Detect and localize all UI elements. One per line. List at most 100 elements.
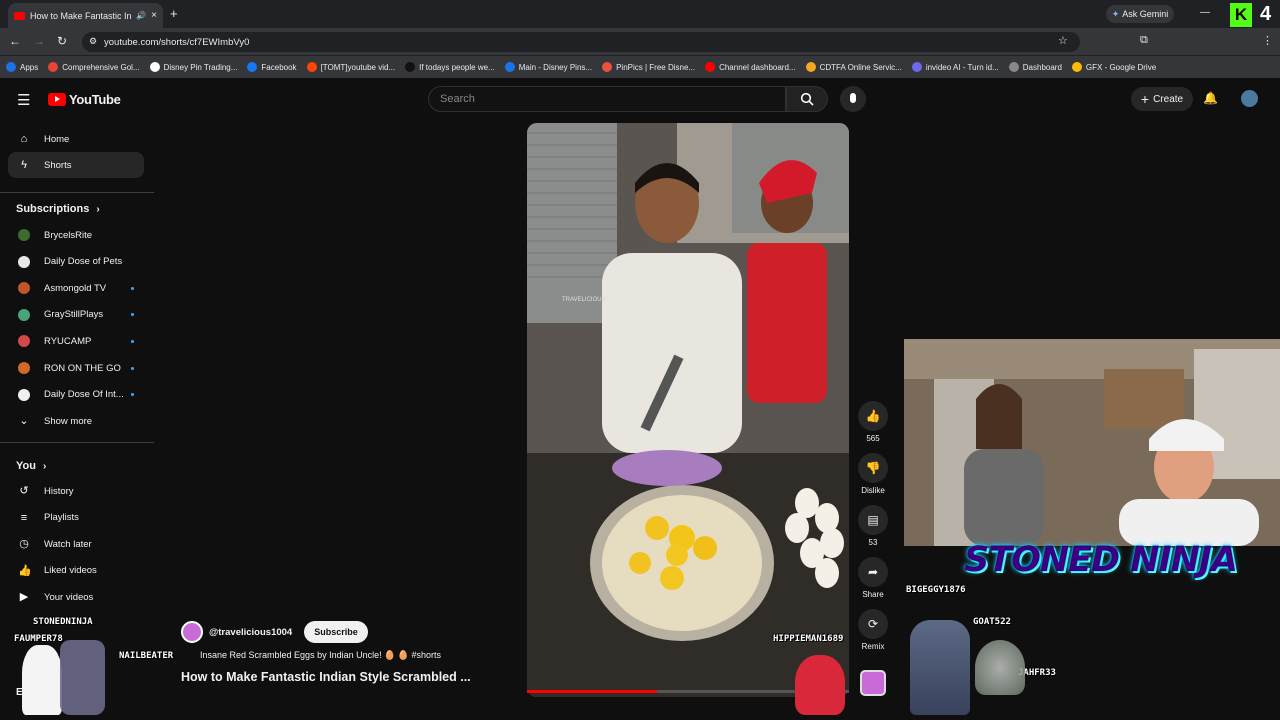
new-content-dot xyxy=(131,339,134,343)
sidebar-subscription[interactable]: Daily Dose Of Int... xyxy=(8,382,144,408)
bookmark-item[interactable]: GFX - Google Drive xyxy=(1071,62,1156,72)
account-avatar[interactable] xyxy=(1241,90,1258,107)
bookmark-item[interactable]: Comprehensive Gol... xyxy=(48,62,140,72)
sidebar-subscription[interactable]: Asmongold TV xyxy=(8,275,144,301)
chat-name: NAILBEATER xyxy=(119,651,174,661)
your-videos-icon: ▶ xyxy=(19,591,29,604)
remix-action[interactable]: ⟳ Remix xyxy=(858,609,888,651)
like-action[interactable]: 👍 565 xyxy=(858,401,888,443)
sidebar-item-history[interactable]: ↺ History xyxy=(8,478,144,504)
bookmark-item[interactable]: CDTFA Online Servic... xyxy=(805,62,902,72)
bookmark-label: CDTFA Online Servic... xyxy=(819,62,902,72)
close-tab-icon[interactable]: × xyxy=(151,10,157,21)
sidebar-item-home[interactable]: ⌂ Home xyxy=(8,126,144,152)
sidebar-subscription[interactable]: GrayStillPlays xyxy=(8,302,144,328)
bookmark-item[interactable]: invideo AI - Turn id... xyxy=(911,62,999,72)
bookmark-item[interactable]: Disney Pin Trading... xyxy=(149,62,237,72)
short-channel-row: @travelicious1004 Subscribe xyxy=(181,621,368,643)
sidebar-subscription[interactable]: Daily Dose of Pets xyxy=(8,249,144,275)
address-bar[interactable]: youtube.com/shorts/cf7EWImbVy0 xyxy=(82,32,1080,52)
minimize-icon[interactable]: — xyxy=(1200,7,1210,18)
bookmark-item[interactable]: Main - Disney Pins... xyxy=(504,62,592,72)
remix-icon[interactable]: ⟳ xyxy=(858,609,888,639)
dislike-icon[interactable]: 👎 xyxy=(858,453,888,483)
show-more-button[interactable]: ⌄ Show more xyxy=(8,408,144,434)
bookmark-label: invideo AI - Turn id... xyxy=(925,62,999,72)
notifications-bell-icon[interactable]: 🔔 xyxy=(1203,91,1218,105)
bookmark-star-icon[interactable]: ☆ xyxy=(1058,34,1068,47)
dislike-action[interactable]: 👎 Dislike xyxy=(858,453,888,495)
chat-name: FAUMPER78 xyxy=(14,634,63,644)
sidebar-item-playlists[interactable]: ≡ Playlists xyxy=(8,505,144,531)
sidebar-item-label: Watch later xyxy=(44,538,92,550)
bookmark-item[interactable]: Dashboard xyxy=(1008,62,1062,72)
site-info-icon[interactable]: ⚙ xyxy=(89,36,97,47)
bookmark-item[interactable]: PinPics | Free Disne... xyxy=(602,62,695,72)
extensions-icon[interactable]: ⧉ xyxy=(1140,34,1148,47)
sidebar-item-watch-later[interactable]: ◷ Watch later xyxy=(8,531,144,557)
search-button[interactable] xyxy=(786,86,828,112)
share-icon[interactable]: ➦ xyxy=(858,557,888,587)
short-title[interactable]: How to Make Fantastic Indian Style Scram… xyxy=(181,670,471,684)
bookmark-label: PinPics | Free Disne... xyxy=(616,62,696,72)
channel-avatar xyxy=(18,229,30,241)
bookmark-favicon-icon xyxy=(247,62,258,72)
new-content-dot xyxy=(131,393,134,397)
bookmark-item[interactable]: [TOMT]youtube vid... xyxy=(306,62,395,72)
divider xyxy=(0,192,154,193)
like-count: 565 xyxy=(866,434,880,443)
channel-name[interactable]: @travelicious1004 xyxy=(209,627,292,638)
back-icon[interactable]: ← xyxy=(9,34,21,48)
youtube-logo[interactable]: YouTube xyxy=(48,92,121,107)
bookmark-item[interactable]: Apps xyxy=(6,62,38,72)
bookmark-item[interactable]: Channel dashboard... xyxy=(705,62,796,72)
search-input[interactable]: Search xyxy=(428,86,786,112)
subscription-name: GrayStillPlays xyxy=(44,309,104,321)
browser-tab-bar xyxy=(0,0,1280,28)
sidebar-subscription[interactable]: RYUCAMP xyxy=(8,328,144,354)
ask-gemini-button[interactable]: ✦ Ask Gemini xyxy=(1106,5,1174,23)
sound-thumbnail[interactable] xyxy=(860,670,886,696)
youtube-favicon-icon xyxy=(14,11,25,20)
reload-icon[interactable]: ↻ xyxy=(57,34,67,48)
comments-action[interactable]: ▤ 53 xyxy=(858,505,888,547)
sidebar-item-label: Playlists xyxy=(44,512,79,524)
browser-tab[interactable]: How to Make Fantastic Indi 🔊 × xyxy=(8,3,163,28)
channel-avatar xyxy=(18,335,30,348)
comment-icon[interactable]: ▤ xyxy=(858,505,888,535)
subscription-name: Asmongold TV xyxy=(44,282,107,294)
sidebar-subscription[interactable]: RON ON THE GO xyxy=(8,355,144,381)
sidebar-item-shorts[interactable]: ϟ Shorts xyxy=(8,152,144,178)
speaker-icon[interactable]: 🔊 xyxy=(136,11,146,20)
new-tab-icon[interactable]: + xyxy=(170,6,178,21)
bookmark-favicon-icon xyxy=(504,62,515,72)
search-icon xyxy=(800,92,814,106)
divider xyxy=(0,442,154,443)
remix-label: Remix xyxy=(861,642,885,651)
forward-icon[interactable]: → xyxy=(33,34,45,48)
sidebar-item-liked-videos[interactable]: 👍 Liked videos xyxy=(8,558,144,584)
bookmarks-bar: Apps Comprehensive Gol... Disney Pin Tradi… xyxy=(0,56,1280,78)
sidebar-subscription[interactable]: BrycelsRite xyxy=(8,222,144,248)
bookmark-favicon-icon xyxy=(6,62,16,72)
shorts-video-player[interactable] xyxy=(527,123,849,697)
share-action[interactable]: ➦ Share xyxy=(858,557,888,599)
bookmark-favicon-icon xyxy=(149,62,160,72)
create-button[interactable]: + Create xyxy=(1131,87,1193,111)
sidebar: ⌂ Home ϟ Shorts Subscriptions › BrycelsRite Da… xyxy=(0,120,156,720)
video-watermark: TRAVELICIOUS xyxy=(562,297,606,303)
bookmark-item[interactable]: Facebook xyxy=(247,62,297,72)
voice-search-button[interactable] xyxy=(840,86,866,112)
subscribe-button[interactable]: Subscribe xyxy=(304,621,368,643)
bookmark-item[interactable]: If todays people we... xyxy=(405,62,495,72)
like-icon[interactable]: 👍 xyxy=(858,401,888,431)
channel-avatar[interactable] xyxy=(181,621,203,643)
bookmark-label: If todays people we... xyxy=(419,62,495,72)
browser-menu-icon[interactable]: ⋮ xyxy=(1262,34,1273,47)
you-heading[interactable]: You › xyxy=(16,460,46,472)
kick-logo: K xyxy=(1230,3,1252,27)
subscriptions-heading[interactable]: Subscriptions › xyxy=(16,203,100,215)
sidebar-item-your-videos[interactable]: ▶ Your videos xyxy=(8,584,144,610)
menu-icon[interactable]: ☰ xyxy=(17,91,30,109)
tab-title: How to Make Fantastic Indi xyxy=(30,10,132,21)
